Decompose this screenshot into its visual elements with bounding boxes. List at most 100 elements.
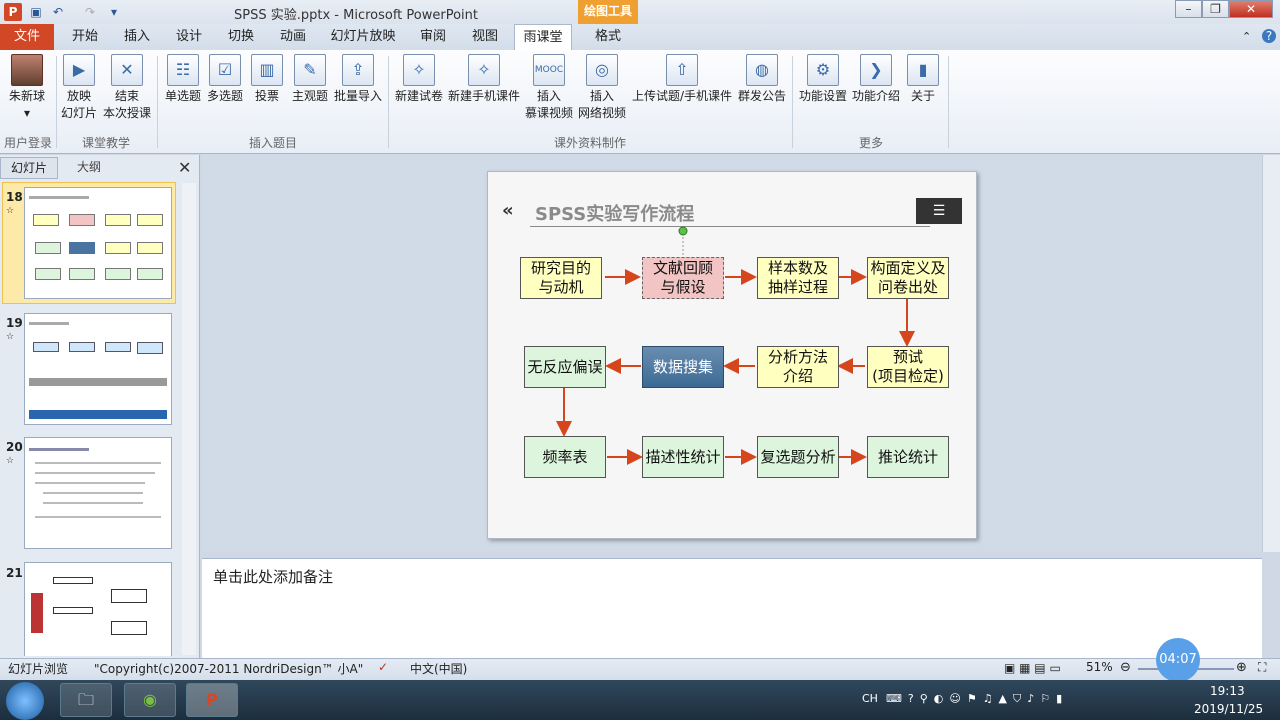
slide-number: 18 [6, 190, 23, 204]
zoom-in-icon[interactable]: ⊕ [1236, 660, 1247, 675]
tab-yuketang[interactable]: 雨课堂 [514, 24, 572, 51]
tab-outline[interactable]: 大纲 [58, 157, 120, 179]
new-mobile-courseware-button[interactable]: ✧ 新建手机课件 [446, 54, 522, 105]
browser-icon[interactable]: ◉ [124, 683, 176, 717]
box-pretest[interactable]: 预试 (项目检定) [867, 346, 949, 388]
slide-number: 19 [6, 316, 23, 330]
thumbnail-scrollbar[interactable] [182, 183, 196, 655]
zoom-level[interactable]: 51% [1086, 660, 1113, 674]
status-theme[interactable]: "Copyright(c)2007-2011 NordriDesign™ 小A" [94, 660, 363, 677]
status-language[interactable]: 中文(中国) [410, 660, 467, 677]
slide-thumbnail-21[interactable] [24, 562, 172, 656]
box-research-purpose[interactable]: 研究目的 与动机 [520, 257, 602, 299]
feature-intro-button[interactable]: ❯ 功能介绍 [850, 54, 902, 105]
user-avatar [11, 54, 43, 86]
group-label-extra-material: 课外资料制作 [553, 136, 626, 150]
redo-icon[interactable]: ↷ [82, 4, 98, 20]
clock-date[interactable]: 2019/11/25 [1194, 702, 1263, 716]
class-timer[interactable]: 04:07 [1156, 638, 1200, 682]
box-sample-size[interactable]: 样本数及 抽样过程 [757, 257, 839, 299]
about-button[interactable]: ▮ 关于 [904, 54, 942, 105]
tab-home[interactable]: 开始 [62, 24, 108, 50]
vote-button[interactable]: ▥ 投票 [248, 54, 286, 105]
slide-thumbnail-20[interactable] [24, 437, 172, 549]
view-buttons-icon[interactable]: ▣ ▦ ▤ ▭ [1004, 661, 1061, 675]
insert-web-video-button[interactable]: ◎ 插入 网络视频 [576, 54, 628, 122]
tab-insert[interactable]: 插入 [114, 24, 160, 50]
slide-thumbnail-18[interactable] [24, 187, 172, 299]
clock-time[interactable]: 19:13 [1210, 684, 1245, 698]
end-class-button[interactable]: ✕ 结束 本次授课 [102, 54, 152, 122]
insert-mooc-video-button[interactable]: MOOC 插入 慕课视频 [522, 54, 576, 122]
box-construct-definition[interactable]: 构面定义及 问卷出处 [867, 257, 949, 299]
box-frequency-table[interactable]: 频率表 [524, 436, 606, 478]
new-exam-label: 新建试卷 [394, 89, 443, 103]
feature-intro-label: 功能介绍 [851, 89, 900, 103]
customize-qat-icon[interactable]: ▾ [106, 4, 122, 20]
tab-animations[interactable]: 动画 [270, 24, 316, 50]
single-choice-icon: ☷ [167, 54, 199, 86]
star-icon: ☆ [6, 206, 15, 216]
box-literature-review[interactable]: 文献回顾 与假设 [642, 257, 724, 299]
start-button[interactable] [6, 682, 44, 720]
spellcheck-icon[interactable]: ✓ [378, 660, 388, 674]
tab-slideshow[interactable]: 幻灯片放映 [326, 24, 400, 50]
tab-review[interactable]: 审阅 [410, 24, 456, 50]
save-icon[interactable]: ▣ [28, 4, 44, 20]
slide-number: 21 [6, 566, 23, 580]
user-login-button[interactable]: 朱新球 ▾ [6, 54, 48, 122]
notes-pane[interactable] [202, 558, 1262, 658]
upload-questions-button[interactable]: ⇧ 上传试题/手机课件 [630, 54, 734, 105]
minimize-ribbon-icon[interactable]: ⌃ [1242, 30, 1251, 43]
play-slides-button[interactable]: ▶ 放映 幻灯片 [58, 54, 100, 122]
import-icon: ⇪ [342, 54, 374, 86]
play-slides-label: 放映 幻灯片 [60, 89, 97, 120]
title-bar [0, 0, 1280, 24]
box-nonresponse-bias[interactable]: 无反应偏误 [524, 346, 606, 388]
subjective-button[interactable]: ✎ 主观题 [288, 54, 332, 105]
tab-format[interactable]: 格式 [584, 24, 632, 50]
subjective-icon: ✎ [294, 54, 326, 86]
help-icon[interactable]: ? [1262, 29, 1276, 43]
zoom-out-icon[interactable]: ⊖ [1120, 660, 1131, 675]
ime-indicator[interactable]: CH [862, 692, 878, 705]
undo-icon[interactable]: ↶ [50, 4, 66, 20]
box-analysis-method[interactable]: 分析方法 介绍 [757, 346, 839, 388]
box-data-collection[interactable]: 数据搜集 [642, 346, 724, 388]
fit-window-icon[interactable]: ⛶ [1258, 660, 1266, 675]
restore-button[interactable]: ❐ [1202, 0, 1229, 18]
end-class-label: 结束 本次授课 [102, 89, 151, 120]
insert-web-video-label: 插入 网络视频 [577, 89, 626, 120]
upload-icon: ⇧ [666, 54, 698, 86]
batch-import-button[interactable]: ⇪ 批量导入 [332, 54, 384, 105]
box-inferential-stats[interactable]: 推论统计 [867, 436, 949, 478]
powerpoint-taskbar-icon[interactable]: P [186, 683, 238, 717]
minimize-button[interactable]: – [1175, 0, 1202, 18]
file-explorer-icon[interactable]: 🗀 [60, 683, 112, 717]
tab-transitions[interactable]: 切换 [218, 24, 264, 50]
tab-slides[interactable]: 幻灯片 [0, 157, 58, 179]
star-icon: ☆ [6, 456, 15, 466]
tab-design[interactable]: 设计 [166, 24, 212, 50]
notes-placeholder[interactable]: 单击此处添加备注 [213, 566, 333, 587]
end-class-icon: ✕ [111, 54, 143, 86]
tray-icons[interactable]: ⌨?⚲◐☺⚑♫▲⛉♪⚐▮ [886, 692, 1068, 706]
box-descriptive-stats[interactable]: 描述性统计 [642, 436, 724, 478]
globe-icon: ◍ [746, 54, 778, 86]
tab-view[interactable]: 视图 [462, 24, 508, 50]
group-separator [948, 56, 949, 148]
tab-file[interactable]: 文件 [0, 24, 54, 50]
powerpoint-app-icon[interactable]: P [4, 3, 22, 21]
broadcast-notice-button[interactable]: ◍ 群发公告 [736, 54, 788, 105]
settings-button[interactable]: ⚙ 功能设置 [798, 54, 848, 105]
multi-choice-button[interactable]: ☑ 多选题 [204, 54, 246, 105]
box-multiple-response[interactable]: 复选题分析 [757, 436, 839, 478]
close-panel-icon[interactable]: ✕ [178, 158, 191, 177]
new-exam-button[interactable]: ✧ 新建试卷 [392, 54, 446, 105]
status-view[interactable]: 幻灯片浏览 [8, 660, 68, 677]
gear-icon: ⚙ [807, 54, 839, 86]
slide-thumbnail-19[interactable] [24, 313, 172, 425]
vertical-scrollbar[interactable] [1262, 155, 1280, 552]
close-button[interactable]: ✕ [1229, 0, 1273, 18]
single-choice-button[interactable]: ☷ 单选题 [162, 54, 204, 105]
